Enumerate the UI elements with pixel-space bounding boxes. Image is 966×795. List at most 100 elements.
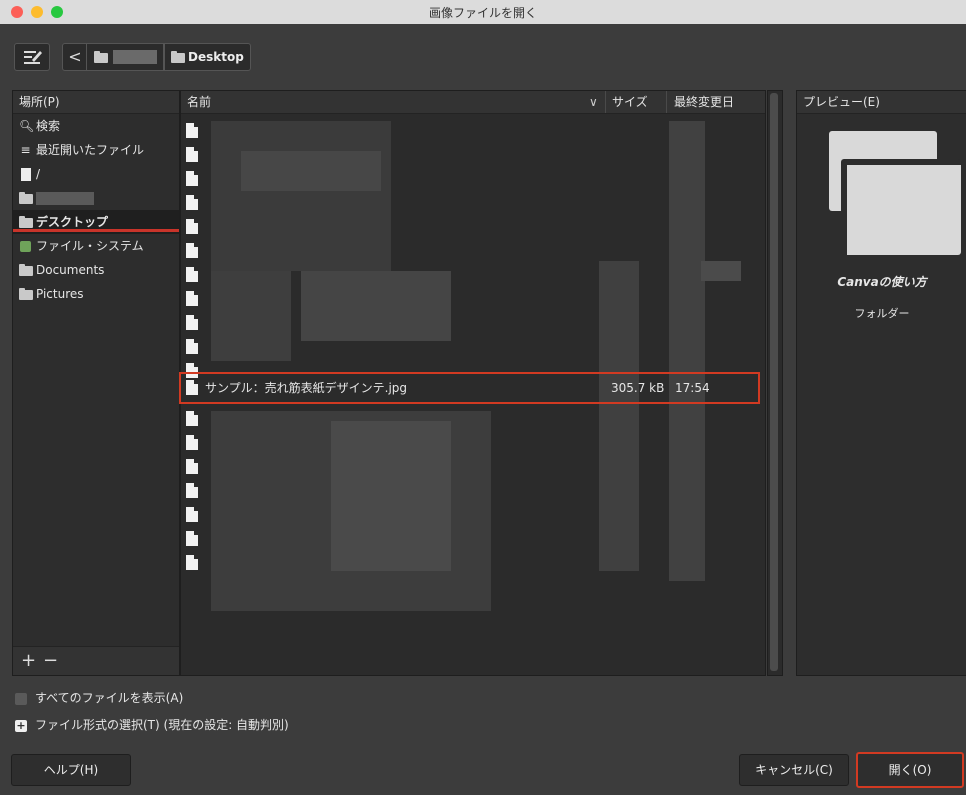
edit-location-icon bbox=[24, 51, 42, 64]
file-type-expander[interactable]: + ファイル形式の選択(T) (現在の設定: 自動判別) bbox=[15, 716, 289, 734]
file-list-scrollbar[interactable] bbox=[767, 90, 783, 676]
place-documents[interactable]: Documents bbox=[13, 258, 179, 282]
path-crumb-current[interactable]: Desktop bbox=[164, 43, 251, 71]
path-crumb-parent[interactable] bbox=[86, 43, 164, 71]
file-row[interactable] bbox=[181, 287, 765, 311]
file-row[interactable] bbox=[181, 311, 765, 335]
option-label: ファイル形式の選択(T) (現在の設定: 自動判別) bbox=[35, 718, 289, 732]
title-bar: 画像ファイルを開く bbox=[0, 0, 966, 25]
file-icon bbox=[186, 243, 198, 258]
places-panel: 場所(P) 🔍︎ 検索 ≡ 最近開いたファイル / デスクトップ ファイル・システム… bbox=[12, 90, 180, 676]
file-row[interactable] bbox=[181, 503, 765, 527]
place-recent[interactable]: ≡ 最近開いたファイル bbox=[13, 138, 179, 162]
redacted-label bbox=[36, 192, 94, 205]
file-row[interactable] bbox=[181, 551, 765, 575]
column-name-header[interactable]: 名前 bbox=[187, 91, 211, 113]
add-bookmark-button[interactable]: + bbox=[21, 650, 36, 671]
column-size-header[interactable]: サイズ bbox=[612, 91, 648, 113]
filesystem-icon bbox=[19, 234, 32, 258]
file-icon bbox=[186, 435, 198, 450]
place-search[interactable]: 🔍︎ 検索 bbox=[13, 114, 179, 138]
file-icon bbox=[186, 339, 198, 354]
place-label: Pictures bbox=[36, 287, 84, 301]
help-button[interactable]: ヘルプ(H) bbox=[11, 754, 131, 786]
option-label: すべてのファイルを表示(A) bbox=[35, 691, 184, 705]
preview-panel: プレビュー(E) Canvaの使い方 フォルダー bbox=[796, 90, 966, 676]
path-back-button[interactable]: < bbox=[62, 43, 88, 71]
file-icon bbox=[186, 291, 198, 306]
file-row[interactable] bbox=[181, 479, 765, 503]
file-row[interactable] bbox=[181, 167, 765, 191]
place-label: デスクトップ bbox=[36, 215, 109, 229]
folder-icon bbox=[19, 282, 33, 306]
file-list: 名前 ∨ サイズ 最終変更日 サンプル：売れ筋表紙デザインテ.jpg 305.7… bbox=[179, 90, 766, 676]
place-label: Documents bbox=[36, 263, 105, 277]
search-icon: 🔍︎ bbox=[19, 119, 35, 133]
file-icon bbox=[186, 411, 198, 426]
file-icon bbox=[186, 267, 198, 282]
place-filesystem[interactable]: ファイル・システム bbox=[13, 234, 179, 258]
folder-icon bbox=[19, 186, 33, 210]
show-all-checkbox[interactable] bbox=[15, 692, 27, 705]
file-icon bbox=[186, 219, 198, 234]
chevron-down-icon[interactable]: ∨ bbox=[589, 91, 598, 113]
file-row[interactable] bbox=[181, 263, 765, 287]
cancel-button[interactable]: キャンセル(C) bbox=[739, 754, 849, 786]
place-label: 検索 bbox=[36, 119, 61, 133]
folder-icon bbox=[19, 258, 33, 282]
preview-header: プレビュー(E) bbox=[797, 91, 966, 114]
file-icon bbox=[186, 315, 198, 330]
file-row[interactable] bbox=[181, 215, 765, 239]
preview-name: Canvaの使い方 bbox=[837, 275, 927, 289]
folder-icon bbox=[171, 50, 185, 63]
folder-icon bbox=[829, 131, 961, 255]
scrollbar-thumb[interactable] bbox=[770, 93, 778, 671]
crumb-label: Desktop bbox=[188, 50, 244, 64]
file-row[interactable] bbox=[181, 335, 765, 359]
file-icon bbox=[186, 147, 198, 162]
expand-plus-icon[interactable]: + bbox=[15, 719, 27, 732]
file-icon bbox=[186, 483, 198, 498]
file-row[interactable] bbox=[181, 191, 765, 215]
file-row-selected[interactable]: サンプル：売れ筋表紙デザインテ.jpg 305.7 kB 17:54 bbox=[179, 372, 760, 404]
file-row[interactable] bbox=[181, 239, 765, 263]
place-home[interactable] bbox=[13, 186, 179, 210]
selection-underline bbox=[13, 229, 179, 232]
file-row[interactable] bbox=[181, 407, 765, 431]
show-all-files-option[interactable]: すべてのファイルを表示(A) bbox=[15, 689, 183, 707]
place-pictures[interactable]: Pictures bbox=[13, 282, 179, 306]
file-icon bbox=[186, 459, 198, 474]
file-name: サンプル：売れ筋表紙デザインテ.jpg bbox=[205, 381, 408, 395]
file-row[interactable] bbox=[181, 119, 765, 143]
file-modified: 17:54 bbox=[675, 381, 710, 395]
column-divider bbox=[605, 91, 606, 113]
path-toolbar: < Desktop bbox=[0, 24, 966, 86]
place-root[interactable]: / bbox=[13, 162, 179, 186]
place-label: ファイル・システム bbox=[36, 239, 144, 253]
file-icon bbox=[186, 380, 198, 395]
file-icon bbox=[186, 507, 198, 522]
remove-bookmark-button[interactable]: − bbox=[43, 650, 58, 671]
type-location-button[interactable] bbox=[14, 43, 50, 71]
place-label: 最近開いたファイル bbox=[36, 143, 145, 157]
recent-icon: ≡ bbox=[20, 143, 31, 157]
file-list-header: 名前 ∨ サイズ 最終変更日 bbox=[181, 91, 765, 114]
places-header[interactable]: 場所(P) bbox=[13, 91, 179, 114]
preview-type: フォルダー bbox=[854, 307, 910, 320]
file-row[interactable] bbox=[181, 431, 765, 455]
window-title: 画像ファイルを開く bbox=[428, 6, 537, 20]
file-icon bbox=[186, 531, 198, 546]
places-footer: + − bbox=[13, 646, 179, 675]
folder-icon bbox=[94, 51, 108, 63]
open-button[interactable]: 開く(O) bbox=[856, 752, 964, 788]
file-row[interactable] bbox=[181, 143, 765, 167]
file-row[interactable] bbox=[181, 527, 765, 551]
file-icon bbox=[186, 123, 198, 138]
file-size: 305.7 kB bbox=[611, 381, 665, 395]
file-row[interactable] bbox=[181, 455, 765, 479]
column-modified-header[interactable]: 最終変更日 bbox=[674, 91, 734, 113]
file-icon bbox=[186, 171, 198, 186]
file-icon bbox=[186, 555, 198, 570]
file-icon bbox=[19, 162, 32, 186]
file-icon bbox=[186, 195, 198, 210]
